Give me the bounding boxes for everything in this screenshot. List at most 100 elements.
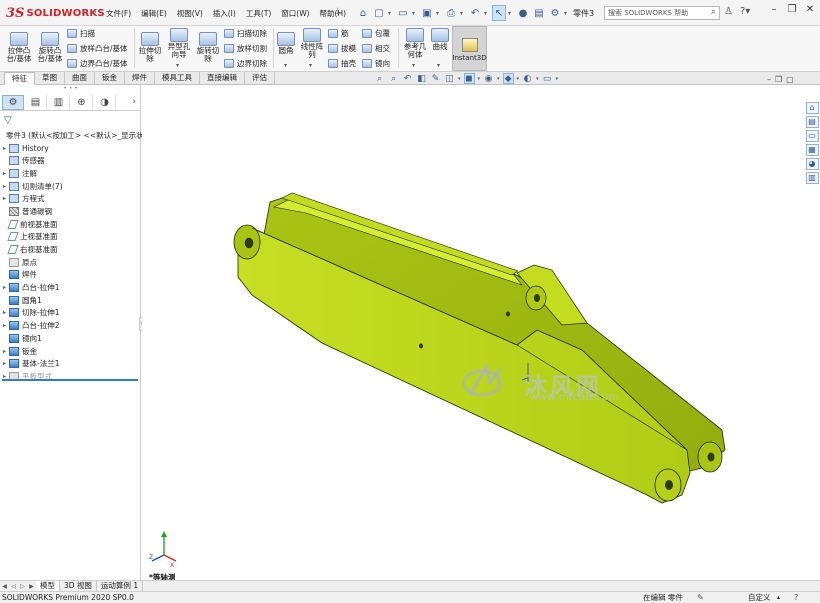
tree-item[interactable]: 原点 bbox=[0, 256, 141, 269]
traffic-light-icon[interactable]: ● bbox=[516, 5, 530, 21]
help-question-icon[interactable]: ?▾ bbox=[740, 6, 750, 17]
view-orientation-caret-icon[interactable]: ▾ bbox=[458, 76, 461, 82]
revolve-boss-button[interactable]: 旋转凸 台/基体 bbox=[35, 32, 65, 63]
undo-caret-icon[interactable]: ▾ bbox=[484, 10, 490, 17]
expand-arrow-icon[interactable]: ▸ bbox=[0, 309, 9, 316]
rebuild-status-icon[interactable]: ✎ bbox=[697, 592, 704, 603]
print-icon[interactable]: ⎙ bbox=[444, 5, 458, 21]
select-caret-icon[interactable]: ▾ bbox=[508, 10, 514, 17]
tree-item[interactable]: 前视基准面 bbox=[0, 218, 141, 231]
expand-arrow-icon[interactable]: ▸ bbox=[0, 348, 9, 355]
loft-button[interactable]: 放样凸台/基体 bbox=[67, 43, 128, 54]
expand-arrow-icon[interactable]: ▸ bbox=[0, 170, 9, 177]
tree-item[interactable]: ▸ History bbox=[0, 142, 141, 155]
lofted-cut-button[interactable]: 放样切割 bbox=[224, 43, 267, 54]
tree-item[interactable]: ▸ 凸台-拉伸2 bbox=[0, 319, 141, 332]
swept-cut-button[interactable]: 扫描切除 bbox=[224, 28, 267, 39]
sweep-button[interactable]: 扫描 bbox=[67, 28, 95, 39]
expand-arrow-icon[interactable]: ▸ bbox=[0, 145, 9, 152]
rollback-bar[interactable] bbox=[2, 379, 138, 381]
edit-appearance-icon[interactable]: ◆ bbox=[502, 73, 514, 84]
tree-item[interactable]: ▸ 注解 bbox=[0, 167, 141, 180]
file-properties-icon[interactable]: ▤ bbox=[532, 5, 546, 21]
restore-icon[interactable]: ❐ bbox=[786, 4, 798, 15]
expand-arrow-icon[interactable]: ▸ bbox=[0, 195, 9, 202]
tab-sketch[interactable]: 草图 bbox=[35, 72, 65, 85]
expand-arrow-icon[interactable]: ▸ bbox=[0, 183, 9, 190]
solidworks-resources-icon[interactable]: ⌂ bbox=[805, 102, 819, 114]
save-icon[interactable]: ▣ bbox=[420, 5, 434, 21]
panel-grip[interactable]: • • • bbox=[0, 85, 141, 95]
undo-icon[interactable]: ↶ bbox=[468, 5, 482, 21]
tree-item[interactable]: ▸ 基体-法兰1 bbox=[0, 357, 141, 370]
boundary-cut-button[interactable]: 边界切除 bbox=[224, 58, 267, 69]
unit-caret-icon[interactable]: ▴ bbox=[777, 592, 780, 603]
design-library-icon[interactable]: ▤ bbox=[805, 116, 819, 128]
custom-properties-icon[interactable]: ▥ bbox=[805, 172, 819, 184]
zoom-to-area-icon[interactable]: ⌕ bbox=[388, 73, 399, 84]
tree-item[interactable]: 右视基准面 bbox=[0, 243, 141, 256]
extrude-boss-button[interactable]: 拉伸凸 台/基体 bbox=[5, 32, 33, 63]
new-caret-icon[interactable]: ▾ bbox=[388, 10, 394, 17]
new-document-icon[interactable]: ▢ bbox=[372, 5, 386, 21]
tab-sheet-metal[interactable]: 钣金 bbox=[95, 72, 125, 85]
tree-item[interactable]: ▸ 钣金 bbox=[0, 345, 141, 358]
options-caret-icon[interactable]: ▾ bbox=[564, 10, 570, 17]
select-pointer-icon[interactable]: ↖ bbox=[492, 5, 506, 21]
view-palette-icon[interactable]: ▦ bbox=[805, 144, 819, 156]
property-manager-tab-icon[interactable]: ▤ bbox=[25, 95, 47, 110]
menu-tools[interactable]: 工具(T) bbox=[246, 8, 271, 19]
tab-mold-tools[interactable]: 模具工具 bbox=[155, 72, 200, 85]
linear-pattern-button[interactable]: 线性阵 列 bbox=[298, 28, 326, 59]
expand-arrow-icon[interactable]: ▸ bbox=[0, 284, 9, 291]
ref-geometry-caret-icon[interactable]: ▾ bbox=[412, 62, 415, 69]
intersect-button[interactable]: 相交 bbox=[362, 43, 390, 54]
menu-view[interactable]: 视图(V) bbox=[177, 8, 203, 19]
boundary-boss-button[interactable]: 边界凸台/基体 bbox=[67, 58, 128, 69]
more-tabs-chevron-icon[interactable]: › bbox=[132, 97, 136, 107]
tab-model[interactable]: 模型 bbox=[36, 581, 60, 591]
save-caret-icon[interactable]: ▾ bbox=[436, 10, 442, 17]
view-settings-icon[interactable]: ▭ bbox=[542, 73, 553, 84]
dimxpert-tab-icon[interactable]: ⊕ bbox=[71, 95, 93, 110]
open-folder-icon[interactable]: ▭ bbox=[396, 5, 410, 21]
hole-wizard-button[interactable]: 异型孔 向导 bbox=[165, 28, 193, 59]
section-view-icon[interactable]: ◧ bbox=[416, 73, 427, 84]
plate-hole-1[interactable] bbox=[506, 311, 510, 317]
prev-tab-icon[interactable]: ◁ bbox=[9, 583, 18, 590]
unit-system-selector[interactable]: 自定义 bbox=[748, 592, 771, 603]
revolve-cut-button[interactable]: 旋转切 除 bbox=[195, 32, 221, 63]
feature-manager-tab-icon[interactable]: ⚙ bbox=[2, 95, 24, 110]
open-caret-icon[interactable]: ▾ bbox=[412, 10, 418, 17]
shell-button[interactable]: 抽壳 bbox=[328, 58, 356, 69]
tree-item[interactable]: 镜向1 bbox=[0, 332, 141, 345]
solidworks-logo[interactable]: 3S SOLIDWORKS bbox=[6, 5, 105, 21]
rear-right-pin-hole[interactable] bbox=[707, 452, 715, 462]
hide-show-items-icon[interactable]: ◉ bbox=[483, 73, 494, 84]
last-tab-icon[interactable]: ▶ bbox=[27, 583, 36, 590]
fillet-button[interactable]: 圆角 bbox=[276, 32, 296, 55]
tree-item[interactable]: 传感器 bbox=[0, 154, 141, 167]
tab-motion-study[interactable]: 运动算例 1 bbox=[97, 581, 144, 591]
previous-view-icon[interactable]: ↶ bbox=[402, 73, 413, 84]
pin-menu-icon[interactable]: ⊥ bbox=[334, 7, 342, 17]
dynamic-annotation-icon[interactable]: ✎ bbox=[430, 73, 441, 84]
logo-flyout-icon[interactable]: › bbox=[93, 7, 97, 18]
view-orientation-icon[interactable]: ◫ bbox=[444, 73, 455, 84]
viewport-restore-icon[interactable]: ❐ bbox=[775, 75, 782, 84]
configuration-manager-tab-icon[interactable]: ▥ bbox=[48, 95, 70, 110]
tree-item[interactable]: 圆角1 bbox=[0, 294, 141, 307]
tab-direct-editing[interactable]: 直接编辑 bbox=[200, 72, 245, 85]
scene-caret-icon[interactable]: ▾ bbox=[536, 76, 539, 82]
expand-arrow-icon[interactable]: ▸ bbox=[0, 360, 9, 367]
plate-hole-2[interactable] bbox=[419, 343, 423, 349]
user-account-icon[interactable]: ♙ bbox=[724, 6, 733, 17]
tree-item[interactable]: ▸ 方程式 bbox=[0, 192, 141, 205]
filter-funnel-icon[interactable]: ▽ bbox=[4, 115, 12, 126]
wrap-button[interactable]: 包覆 bbox=[362, 28, 390, 39]
tree-item[interactable]: ▸ 切割清单(7) bbox=[0, 180, 141, 193]
minimize-icon[interactable]: – bbox=[768, 4, 780, 15]
file-explorer-icon[interactable]: ▭ bbox=[805, 130, 819, 142]
front-right-pin-hole[interactable] bbox=[665, 480, 673, 490]
menu-edit[interactable]: 编辑(E) bbox=[141, 8, 167, 19]
